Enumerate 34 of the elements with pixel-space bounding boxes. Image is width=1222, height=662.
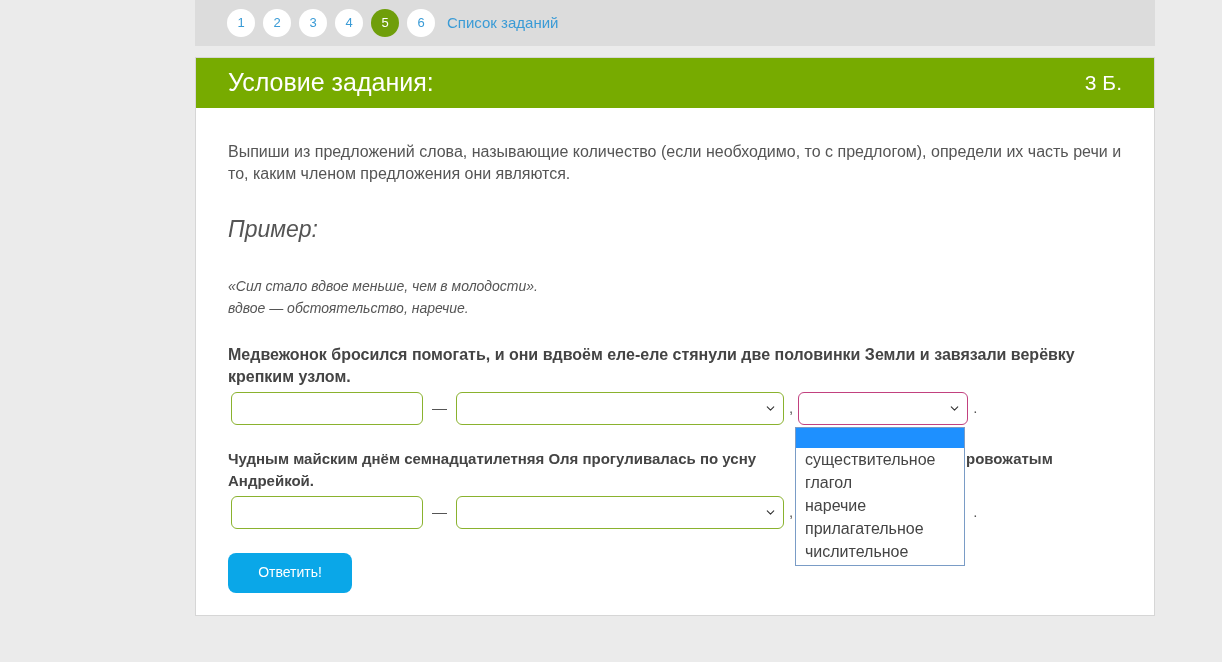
question-sentence: Андрейкой.	[228, 470, 314, 491]
question-sentence: Чудным майским днём семнадцатилетняя Оля прогуливалась по усну	[228, 448, 758, 469]
points: 3 Б.	[1084, 70, 1122, 97]
task-title: Условие задания:	[228, 67, 434, 99]
task-list-link[interactable]: Список заданий	[447, 11, 559, 35]
dropdown-option[interactable]: наречие	[796, 493, 964, 517]
dropdown-option[interactable]: числительное	[796, 539, 964, 563]
comma: ,	[789, 397, 794, 418]
dropdown-option[interactable]: существительное	[796, 447, 964, 471]
select-field[interactable]	[456, 391, 784, 425]
example-heading: Пример:	[228, 215, 319, 244]
page-button[interactable]: 2	[263, 9, 291, 37]
answer-button[interactable]: Ответить!	[228, 552, 352, 593]
question-sentence: ровожатым	[966, 448, 1053, 469]
period: .	[973, 501, 978, 522]
period: .	[973, 397, 978, 418]
dropdown-option[interactable]: прилагательное	[796, 516, 964, 540]
question-sentence: Медвежонок бросился помогать, и они вдвоём еле-еле стянули две половинки Земли и завязали верёвку крепким узлом.	[228, 344, 1076, 387]
answer-input-field[interactable]	[231, 495, 423, 529]
example-line: «Сил стало вдвое меньше, чем в молодости».	[228, 276, 539, 296]
page-button[interactable]: 1	[227, 9, 255, 37]
page-button[interactable]: 6	[407, 9, 435, 37]
select-field[interactable]	[798, 391, 969, 425]
select-field[interactable]	[456, 495, 784, 529]
instruction-text: Выпиши из предложений слова, называющие количество (если необходимо, то с предлогом), определи их часть речи и то, каким членом предложения они являются.	[228, 142, 1122, 184]
page-button[interactable]: 3	[299, 9, 327, 37]
comma: ,	[789, 501, 794, 522]
example-line: вдвое — обстоятельство, наречие.	[228, 298, 470, 318]
page-button[interactable]: 5	[371, 9, 399, 37]
dash: —	[432, 501, 447, 522]
dash: —	[432, 397, 447, 418]
page-button[interactable]: 4	[335, 9, 363, 37]
answer-input-field[interactable]	[231, 391, 423, 425]
dropdown-option[interactable]: глагол	[796, 470, 964, 494]
